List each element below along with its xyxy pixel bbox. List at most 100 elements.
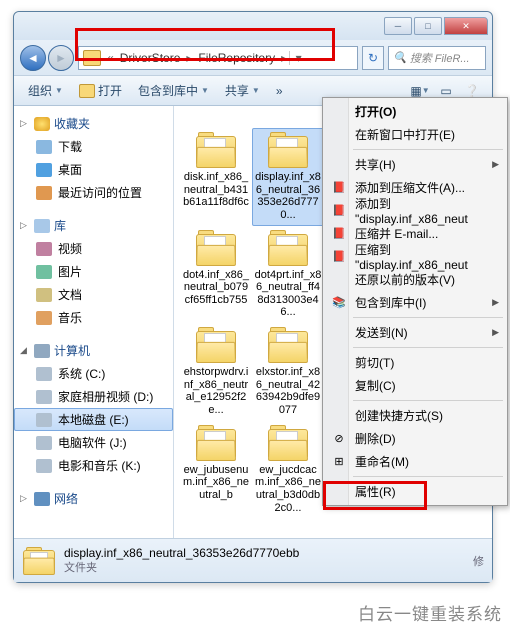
refresh-button[interactable]: ↻ bbox=[362, 46, 384, 70]
sidebar-item-pictures[interactable]: 图片 bbox=[14, 260, 173, 283]
chevron-right-icon: ▸ bbox=[184, 51, 194, 65]
toolbar-label: 组织 bbox=[28, 82, 52, 99]
toolbar-overflow[interactable]: » bbox=[270, 82, 289, 100]
cm-include[interactable]: 📚包含到库中(I)▶ bbox=[325, 291, 505, 314]
cm-add-to[interactable]: 📕添加到 "display.inf_x86_neut bbox=[325, 199, 505, 222]
folder-label: elxstor.inf_x86_neutral_4263942b9dfe9077 bbox=[254, 366, 322, 417]
folder-icon bbox=[266, 132, 310, 168]
folder-icon bbox=[22, 547, 56, 575]
breadcrumb-seg[interactable]: FileRepository bbox=[194, 51, 279, 65]
archive-icon: 📕 bbox=[331, 249, 347, 265]
music-icon bbox=[36, 311, 52, 325]
chevron-down-icon: ▼ bbox=[55, 86, 63, 95]
folder-label: display.inf_x86_neutral_36353e26d7770... bbox=[254, 171, 322, 222]
library-icon: 📚 bbox=[331, 295, 347, 311]
chevron-right-icon: ▸ bbox=[279, 51, 289, 65]
network-icon bbox=[34, 492, 50, 506]
archive-icon: 📕 bbox=[331, 226, 347, 242]
favorites-group[interactable]: ▷收藏夹 bbox=[14, 112, 173, 135]
toolbar-label: 包含到库中 bbox=[138, 82, 198, 99]
folder-item[interactable]: ew_jubusenum.inf_x86_neutral_b bbox=[180, 421, 252, 519]
folder-icon bbox=[266, 425, 310, 461]
sidebar-item-documents[interactable]: 文档 bbox=[14, 283, 173, 306]
share-menu[interactable]: 共享 ▼ bbox=[219, 80, 266, 101]
folder-item-selected[interactable]: display.inf_x86_neutral_36353e26d7770... bbox=[252, 128, 324, 226]
drive-icon bbox=[36, 390, 52, 404]
status-bar: display.inf_x86_neutral_36353e26d7770ebb… bbox=[14, 538, 492, 582]
folder-item[interactable]: dot4.inf_x86_neutral_b079cf65ff1cb755 bbox=[180, 226, 252, 324]
folder-item[interactable]: ew_jucdcacm.inf_x86_neutral_b3d0db2c0... bbox=[252, 421, 324, 519]
sidebar-item-drive-k[interactable]: 电影和音乐 (K:) bbox=[14, 454, 173, 477]
nav-pane: ▷收藏夹 下载 桌面 最近访问的位置 ▷库 视频 图片 文档 音乐 ◢计算机 系… bbox=[14, 106, 174, 582]
cm-share[interactable]: 共享(H)▶ bbox=[325, 153, 505, 176]
watermark-text: 白云一键重装系统 bbox=[358, 600, 502, 625]
breadcrumb-chevron[interactable]: « bbox=[105, 51, 116, 65]
address-bar-row: ◄ ► « DriverStore ▸ FileRepository ▸ ▾ ↻… bbox=[14, 40, 492, 76]
drive-icon bbox=[36, 413, 52, 427]
cm-rename[interactable]: ⊞重命名(M) bbox=[325, 450, 505, 473]
sidebar-item-music[interactable]: 音乐 bbox=[14, 306, 173, 329]
search-icon: 🔍 bbox=[393, 51, 407, 64]
sidebar-item-drive-d[interactable]: 家庭相册视频 (D:) bbox=[14, 385, 173, 408]
network-group[interactable]: ▷网络 bbox=[14, 487, 173, 510]
cm-zip-to[interactable]: 📕压缩到 "display.inf_x86_neut bbox=[325, 245, 505, 268]
close-button[interactable]: ✕ bbox=[444, 17, 488, 35]
folder-item[interactable]: dot4prt.inf_x86_neutral_ff48d313003e46..… bbox=[252, 226, 324, 324]
search-input[interactable]: 🔍 搜索 FileR... bbox=[388, 46, 486, 70]
title-bar: ─ □ ✕ bbox=[14, 12, 492, 40]
cm-new-window[interactable]: 在新窗口中打开(E) bbox=[325, 123, 505, 146]
folder-icon bbox=[194, 230, 238, 266]
maximize-button[interactable]: □ bbox=[414, 17, 442, 35]
nav-forward-button[interactable]: ► bbox=[48, 45, 74, 71]
cm-open[interactable]: 打开(O) bbox=[325, 100, 505, 123]
folder-item[interactable]: x86_neut... bbox=[180, 112, 252, 122]
cm-restore[interactable]: 还原以前的版本(V) bbox=[325, 268, 505, 291]
folder-item[interactable]: elxstor.inf_x86_neutral_4263942b9dfe9077 bbox=[252, 323, 324, 421]
computer-group[interactable]: ◢计算机 bbox=[14, 339, 173, 362]
folder-item[interactable]: ehstorpwdrv.inf_x86_neutral_e12952f2e... bbox=[180, 323, 252, 421]
sidebar-item-drive-j[interactable]: 电脑软件 (J:) bbox=[14, 431, 173, 454]
folder-label: dot4prt.inf_x86_neutral_ff48d313003e46..… bbox=[254, 269, 322, 320]
sidebar-item-desktop[interactable]: 桌面 bbox=[14, 158, 173, 181]
chevron-down-icon: ▼ bbox=[252, 86, 260, 95]
computer-icon bbox=[34, 344, 50, 358]
status-title: display.inf_x86_neutral_36353e26d7770ebb bbox=[64, 546, 299, 562]
sidebar-item-downloads[interactable]: 下载 bbox=[14, 135, 173, 158]
breadcrumb-seg[interactable]: DriverStore bbox=[116, 51, 185, 65]
cm-send-to[interactable]: 发送到(N)▶ bbox=[325, 321, 505, 344]
download-icon bbox=[36, 140, 52, 154]
sidebar-item-drive-e[interactable]: 本地磁盘 (E:) bbox=[14, 408, 173, 431]
folder-item[interactable]: disk.inf_x86_neutral_b431b61a11f8df6c bbox=[180, 128, 252, 226]
nav-back-button[interactable]: ◄ bbox=[20, 45, 46, 71]
breadcrumb[interactable]: « DriverStore ▸ FileRepository ▸ ▾ bbox=[78, 46, 358, 70]
folder-item[interactable]: i_x86_neu... bbox=[252, 112, 324, 122]
sidebar-item-video[interactable]: 视频 bbox=[14, 237, 173, 260]
folder-icon bbox=[266, 327, 310, 363]
cm-cut[interactable]: 剪切(T) bbox=[325, 351, 505, 374]
library-icon bbox=[34, 219, 50, 233]
breadcrumb-dropdown[interactable]: ▾ bbox=[289, 51, 307, 65]
organize-menu[interactable]: 组织 ▼ bbox=[22, 80, 69, 101]
drive-icon bbox=[36, 367, 52, 381]
drive-icon bbox=[36, 436, 52, 450]
cm-properties[interactable]: 属性(R) bbox=[325, 480, 505, 503]
drive-icon bbox=[36, 459, 52, 473]
minimize-button[interactable]: ─ bbox=[384, 17, 412, 35]
chevron-down-icon: ▼ bbox=[201, 86, 209, 95]
libraries-group[interactable]: ▷库 bbox=[14, 214, 173, 237]
sidebar-item-drive-c[interactable]: 系统 (C:) bbox=[14, 362, 173, 385]
cm-delete[interactable]: ⊘删除(D) bbox=[325, 427, 505, 450]
cm-shortcut[interactable]: 创建快捷方式(S) bbox=[325, 404, 505, 427]
sidebar-item-recent[interactable]: 最近访问的位置 bbox=[14, 181, 173, 204]
search-placeholder: 搜索 FileR... bbox=[410, 50, 470, 66]
desktop-icon bbox=[36, 163, 52, 177]
folder-icon bbox=[194, 132, 238, 168]
include-library-menu[interactable]: 包含到库中 ▼ bbox=[132, 80, 215, 101]
cm-copy[interactable]: 复制(C) bbox=[325, 374, 505, 397]
open-button[interactable]: 打开 bbox=[73, 80, 128, 101]
chevron-right-icon: ▶ bbox=[492, 327, 499, 338]
folder-icon bbox=[194, 425, 238, 461]
folder-icon bbox=[266, 230, 310, 266]
recent-icon bbox=[36, 186, 52, 200]
toolbar-label: 打开 bbox=[98, 82, 122, 99]
